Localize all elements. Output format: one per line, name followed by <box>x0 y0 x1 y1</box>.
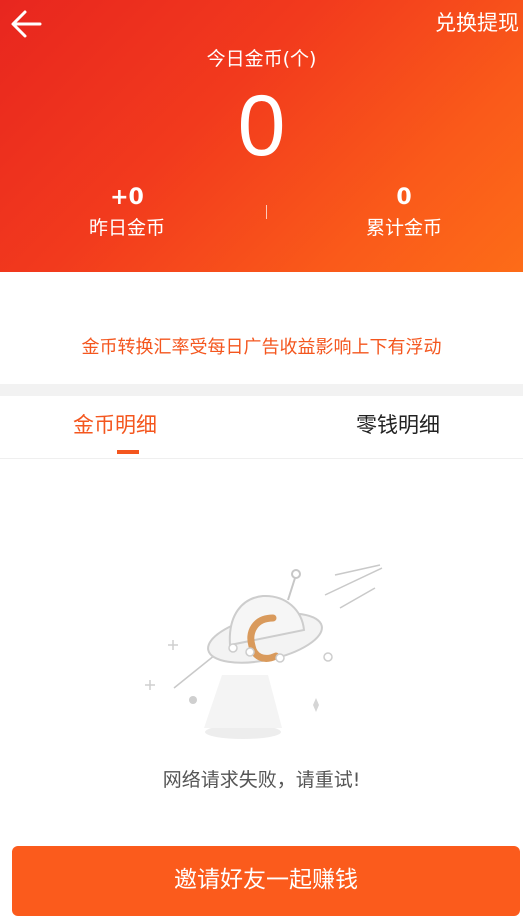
detail-tabs: 金币明细 零钱明细 <box>0 396 523 459</box>
total-coins-value: 0 <box>396 185 412 210</box>
ufo-icon <box>145 564 383 739</box>
exchange-rate-notice: 金币转换汇率受每日广告收益影响上下有浮动 <box>81 337 442 358</box>
yesterday-coins: +0 昨日金币 <box>27 184 227 242</box>
tab-coin-details[interactable]: 金币明细 <box>73 410 157 440</box>
header: 兑换提现 今日金币(个) 0 +0 昨日金币 0 累计金币 <box>0 0 523 272</box>
stats-divider <box>266 205 267 219</box>
today-coins-title: 今日金币(个) <box>206 48 317 70</box>
section-separator <box>0 384 523 396</box>
exchange-withdraw-button[interactable]: 兑换提现 <box>435 9 519 37</box>
total-coins-label: 累计金币 <box>365 217 442 239</box>
back-arrow-icon[interactable] <box>10 8 44 40</box>
network-error-message: 网络请求失败，请重试! <box>162 769 361 791</box>
yesterday-coins-value: +0 <box>110 185 144 210</box>
total-coins: 0 累计金币 <box>304 184 504 242</box>
yesterday-coins-label: 昨日金币 <box>88 217 165 239</box>
today-coins-value: 0 <box>237 78 286 174</box>
active-tab-indicator <box>117 450 139 454</box>
invite-friends-button[interactable]: 邀请好友一起赚钱 <box>12 846 520 916</box>
tab-change-details[interactable]: 零钱明细 <box>356 410 440 440</box>
